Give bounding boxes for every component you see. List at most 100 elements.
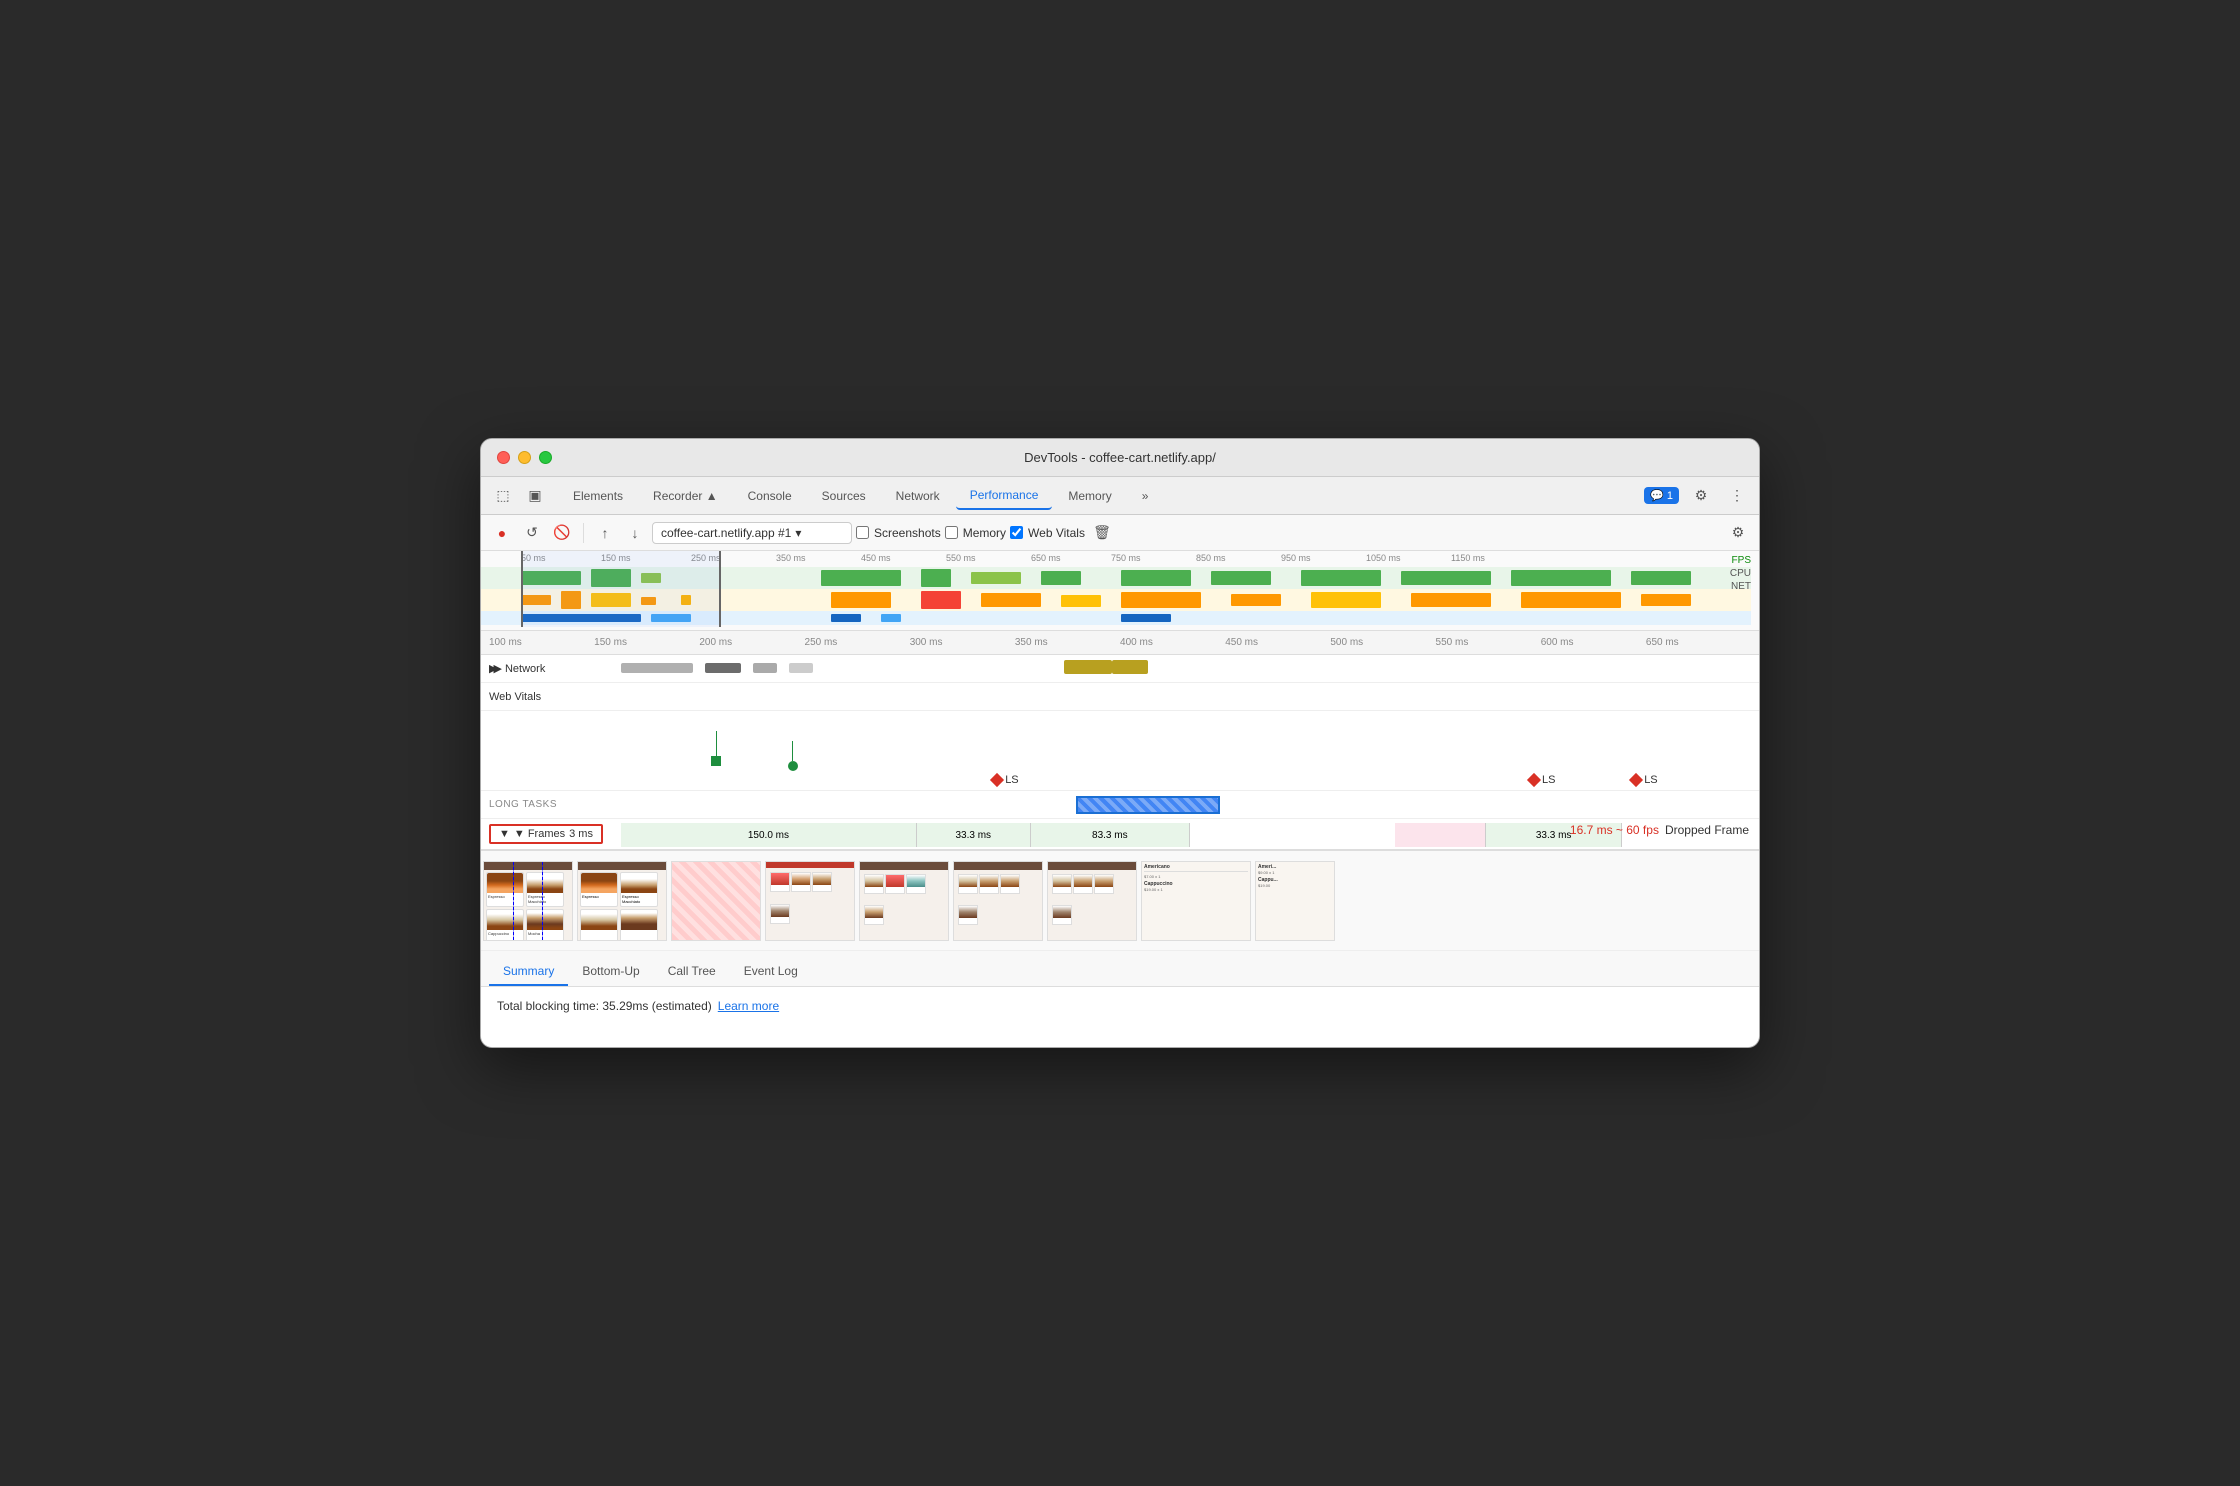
frames-label-box: ▼ ▼ Frames 3 ms [489,824,603,844]
more-icon[interactable]: ⋮ [1723,482,1751,510]
long-tasks-content [561,791,1759,818]
ruler-mark-9: 550 ms [1436,637,1541,648]
network-track-label[interactable]: ▶ ▶ Network [481,662,561,675]
ruler-mark-5: 350 ms [1015,637,1120,648]
settings-icon[interactable]: ⚙ [1687,482,1715,510]
screenshots-check[interactable] [856,526,869,539]
cpu-label: CPU [1730,568,1751,579]
screenshot-thumb-8[interactable]: Americano $7.00 x 1 Cappuccino $19.00 x … [1141,861,1251,941]
network-bars [561,655,1759,682]
traffic-lights [497,451,552,464]
reload-button[interactable]: ↺ [519,520,545,546]
memory-check[interactable] [945,526,958,539]
green-dot-2 [788,741,798,771]
ls-marker-1: LS [992,774,1018,786]
tab-right-controls: 💬 1 ⚙ ⋮ [1644,482,1751,510]
ruler-mark-4: 300 ms [910,637,1015,648]
tab-elements[interactable]: Elements [559,483,637,509]
upload-button[interactable]: ↑ [592,520,618,546]
tab-event-log[interactable]: Event Log [730,958,812,986]
screenshot-thumb-7[interactable] [1047,861,1137,941]
tab-summary[interactable]: Summary [489,958,568,986]
network-track-content [561,655,1759,682]
net-label: NET [1730,581,1751,592]
screenshot-thumb-2[interactable]: Espresso Espresso Macchiato [577,861,667,941]
ruler-mark-2: 200 ms [699,637,804,648]
network-track-row[interactable]: ▶ ▶ Network [481,655,1759,683]
performance-area: 50 ms 150 ms 250 ms 350 ms 450 ms 550 ms… [481,551,1759,951]
url-selector[interactable]: coffee-cart.netlify.app #1 ▾ [652,522,852,544]
long-tasks-label: LONG TASKS [481,799,561,810]
ruler-mark-3: 250 ms [805,637,910,648]
divider-1 [583,523,584,543]
vitals-dots-area: LS LS LS [481,711,1759,791]
overview-timeline[interactable]: 50 ms 150 ms 250 ms 350 ms 450 ms 550 ms… [481,551,1759,631]
cursor-icon[interactable]: ⬚ [489,482,517,510]
frame-seg-0: 150.0 ms [621,823,917,847]
dropdown-icon: ▾ [795,526,801,540]
chat-badge[interactable]: 💬 1 [1644,487,1679,504]
web-vitals-row: Web Vitals [481,683,1759,711]
ruler-mark-11: 650 ms [1646,637,1751,648]
web-vitals-content [561,683,1759,710]
blocking-time-text: Total blocking time: 35.29ms (estimated) [497,999,712,1013]
download-button[interactable]: ↓ [622,520,648,546]
tab-more[interactable]: » [1128,483,1163,509]
screenshot-thumb-1[interactable]: Espresso Espresso Macchiato Cappuccino [483,861,573,941]
frame-seg-stripe [1031,823,1190,847]
tab-call-tree[interactable]: Call Tree [654,958,730,986]
clear-button[interactable]: 🚫 [549,520,575,546]
toolbar: ● ↺ 🚫 ↑ ↓ coffee-cart.netlify.app #1 ▾ S… [481,515,1759,551]
screenshot-thumb-6[interactable] [953,861,1043,941]
frames-label-area: ▼ ▼ Frames 3 ms [481,824,621,844]
tab-recorder[interactable]: Recorder ▲ [639,483,732,509]
tab-memory[interactable]: Memory [1054,483,1125,509]
dropped-frame-fps: 16.7 ms ~ 60 fps [1570,823,1659,837]
minimize-button[interactable] [518,451,531,464]
screenshot-thumbnails: Espresso Espresso Macchiato Cappuccino [481,851,1759,950]
tab-bottom-up[interactable]: Bottom-Up [568,958,653,986]
devtools-window: DevTools - coffee-cart.netlify.app/ ⬚ ▣ … [480,438,1760,1048]
screenshot-thumb-4[interactable] [765,861,855,941]
screenshots-row: Espresso Espresso Macchiato Cappuccino [481,851,1759,951]
ls-marker-2: LS [1529,774,1555,786]
trash-button[interactable]: 🗑 [1089,520,1115,546]
ruler-mark-7: 450 ms [1225,637,1330,648]
net-bar-2 [705,663,741,673]
tab-performance[interactable]: Performance [956,482,1053,510]
maximize-button[interactable] [539,451,552,464]
web-vitals-check[interactable] [1010,526,1023,539]
screenshot-thumb-5[interactable] [859,861,949,941]
tab-network[interactable]: Network [882,483,954,509]
screenshot-thumb-9[interactable]: Ameri... $9.00 x 1 Cappu... $19.00 [1255,861,1335,941]
window-title: DevTools - coffee-cart.netlify.app/ [497,450,1743,465]
frame-seg-pink [1395,823,1486,847]
learn-more-link[interactable]: Learn more [718,999,779,1013]
frames-row[interactable]: ▼ ▼ Frames 3 ms 150.0 ms 33.3 ms 83.3 ms [481,819,1759,851]
net-bar-4 [789,663,813,673]
screenshots-checkbox[interactable]: Screenshots [856,526,941,540]
tab-sources[interactable]: Sources [808,483,880,509]
frame-seg-1: 33.3 ms [917,823,1031,847]
net-bar-6 [1112,660,1148,674]
web-vitals-checkbox[interactable]: Web Vitals [1010,526,1085,540]
tab-console[interactable]: Console [734,483,806,509]
memory-checkbox[interactable]: Memory [945,526,1006,540]
bottom-tabs: Summary Bottom-Up Call Tree Event Log [481,951,1759,987]
ruler-mark-8: 500 ms [1330,637,1435,648]
net-bar-3 [753,663,777,673]
record-button[interactable]: ● [489,520,515,546]
close-button[interactable] [497,451,510,464]
device-icon[interactable]: ▣ [521,482,549,510]
dropped-frame-info: 16.7 ms ~ 60 fps Dropped Frame [1570,823,1749,837]
web-vitals-label: Web Vitals [481,691,561,703]
tab-bar: ⬚ ▣ Elements Recorder ▲ Console Sources … [481,477,1759,515]
chat-icon: 💬 [1650,490,1664,502]
screenshot-thumb-3[interactable] [671,861,761,941]
selection-highlight [521,551,721,627]
title-bar: DevTools - coffee-cart.netlify.app/ [481,439,1759,477]
overview-canvas: 50 ms 150 ms 250 ms 350 ms 450 ms 550 ms… [481,551,1751,630]
toolbar-gear-button[interactable]: ⚙ [1725,520,1751,546]
long-task-block [1076,796,1220,814]
ls-marker-3: LS [1631,774,1657,786]
